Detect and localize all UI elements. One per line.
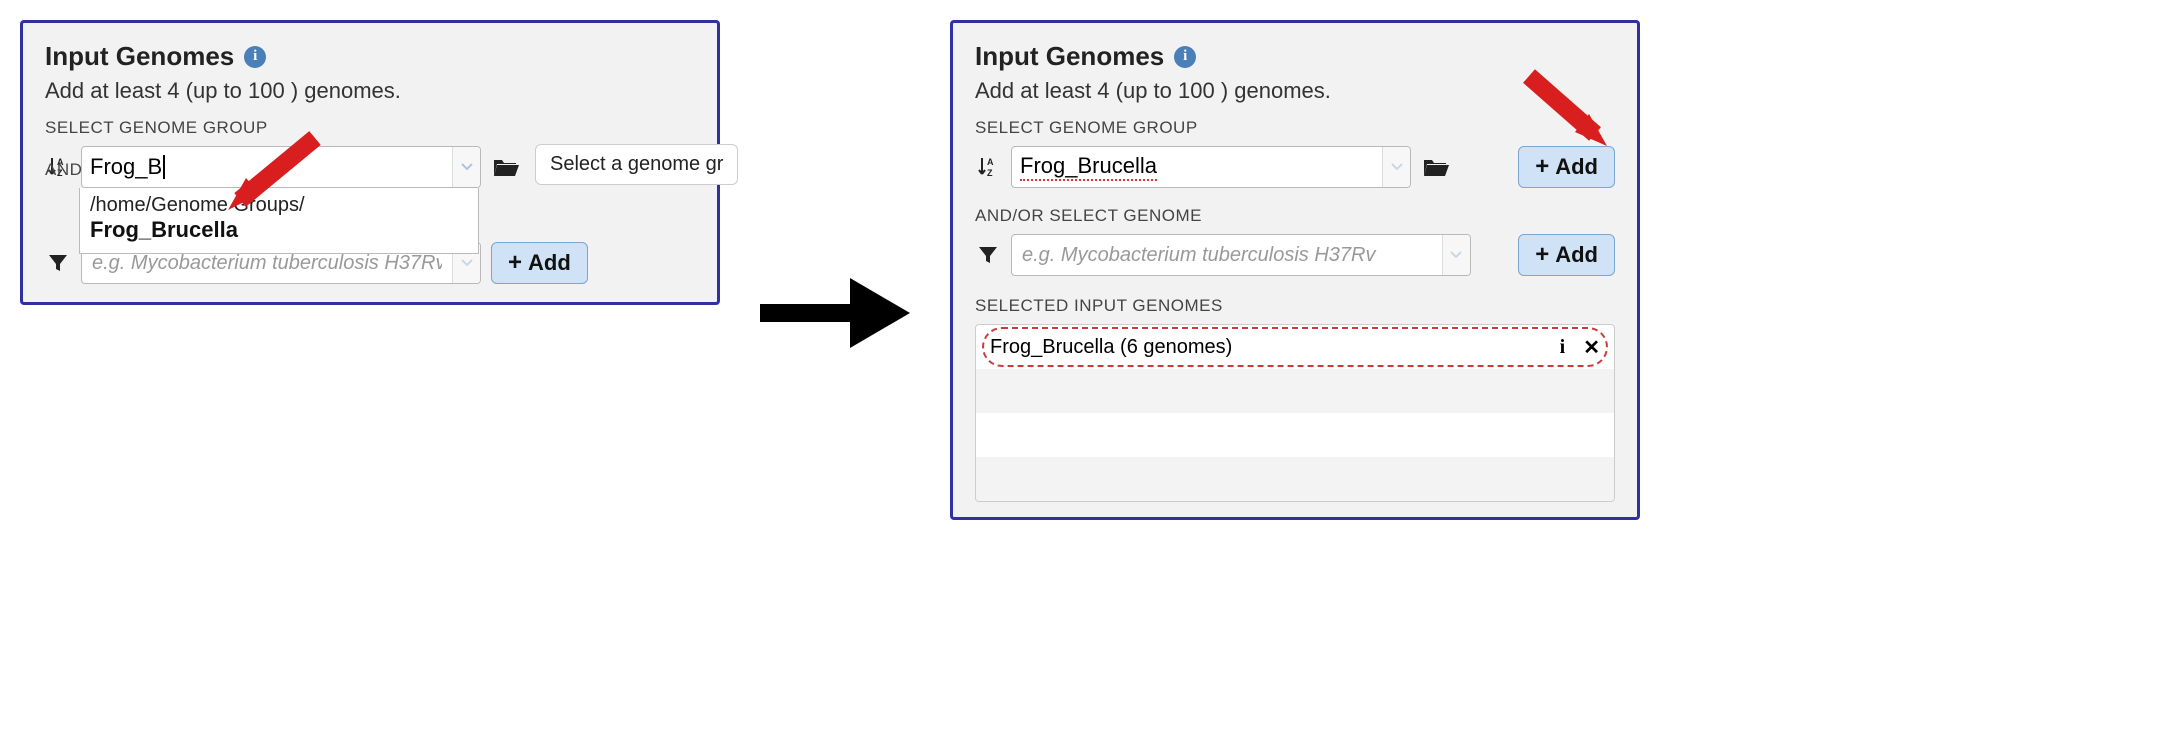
row-genome-group: AZ Frog_Brucella +Add bbox=[975, 146, 1615, 188]
chevron-down-icon[interactable] bbox=[1382, 147, 1410, 187]
dropdown-path: /home/Genome Groups/ bbox=[90, 194, 468, 217]
selected-item-text: Frog_Brucella (6 genomes) bbox=[990, 336, 1232, 359]
info-icon[interactable]: i bbox=[1174, 46, 1196, 68]
svg-text:Z: Z bbox=[987, 168, 993, 178]
text-caret bbox=[163, 155, 165, 179]
add-group-button[interactable]: +Add bbox=[1518, 146, 1615, 188]
info-icon[interactable]: i bbox=[1560, 336, 1566, 359]
plus-icon: + bbox=[1535, 153, 1549, 181]
dropdown-match[interactable]: Frog_Brucella bbox=[90, 217, 468, 243]
label-select-group: SELECT GENOME GROUP bbox=[45, 118, 695, 138]
title-text: Input Genomes bbox=[975, 41, 1164, 72]
chevron-down-icon[interactable] bbox=[452, 147, 480, 187]
selected-genomes-list: Frog_Brucella (6 genomes) i ✕ bbox=[975, 324, 1615, 502]
row-select-genome: +Add bbox=[975, 234, 1615, 276]
genome-group-combo[interactable]: Frog_B bbox=[81, 146, 481, 188]
add-genome-button[interactable]: +Add bbox=[1518, 234, 1615, 276]
genome-combo[interactable] bbox=[1011, 234, 1471, 276]
remove-icon[interactable]: ✕ bbox=[1583, 335, 1600, 360]
plus-icon: + bbox=[1535, 241, 1549, 269]
info-icon[interactable]: i bbox=[244, 46, 266, 68]
add-label: Add bbox=[528, 250, 571, 276]
list-item bbox=[976, 457, 1614, 501]
subtitle: Add at least 4 (up to 100 ) genomes. bbox=[975, 78, 1615, 104]
filter-icon[interactable] bbox=[975, 242, 1001, 268]
section-title: Input Genomes i bbox=[975, 41, 1615, 72]
subtitle: Add at least 4 (up to 100 ) genomes. bbox=[45, 78, 695, 104]
add-genome-button[interactable]: +Add bbox=[491, 242, 588, 284]
chevron-down-icon[interactable] bbox=[1442, 235, 1470, 275]
label-selected: SELECTED INPUT GENOMES bbox=[975, 296, 1615, 316]
row-genome-group: AZ Frog_B Select a genome gr /home/Genom… bbox=[45, 146, 695, 188]
genome-group-input-value[interactable]: Frog_B bbox=[90, 154, 162, 180]
genome-input[interactable] bbox=[1012, 235, 1442, 275]
list-item bbox=[976, 413, 1614, 457]
folder-open-icon[interactable] bbox=[491, 154, 521, 180]
title-text: Input Genomes bbox=[45, 41, 234, 72]
svg-text:A: A bbox=[987, 157, 994, 167]
filter-icon[interactable] bbox=[45, 250, 71, 276]
list-item bbox=[976, 369, 1614, 413]
plus-icon: + bbox=[508, 249, 522, 277]
folder-open-icon[interactable] bbox=[1421, 154, 1451, 180]
label-select-genome-partial: AND bbox=[45, 160, 82, 180]
selected-item-row[interactable]: Frog_Brucella (6 genomes) i ✕ bbox=[976, 325, 1614, 369]
label-select-genome: AND/OR SELECT GENOME bbox=[975, 206, 1615, 226]
panel-before: Input Genomes i Add at least 4 (up to 10… bbox=[20, 20, 720, 305]
transition-arrow-icon bbox=[760, 268, 910, 363]
genome-group-combo[interactable]: Frog_Brucella bbox=[1011, 146, 1411, 188]
add-label: Add bbox=[1555, 154, 1598, 180]
tooltip-select-group: Select a genome gr bbox=[535, 144, 738, 185]
section-title: Input Genomes i bbox=[45, 41, 695, 72]
genome-group-input-value[interactable]: Frog_Brucella bbox=[1020, 153, 1157, 181]
autocomplete-dropdown[interactable]: /home/Genome Groups/ Frog_Brucella bbox=[79, 188, 479, 254]
sort-az-icon[interactable]: AZ bbox=[975, 154, 1001, 180]
label-select-group: SELECT GENOME GROUP bbox=[975, 118, 1615, 138]
add-label: Add bbox=[1555, 242, 1598, 268]
panel-after: Input Genomes i Add at least 4 (up to 10… bbox=[950, 20, 1640, 520]
